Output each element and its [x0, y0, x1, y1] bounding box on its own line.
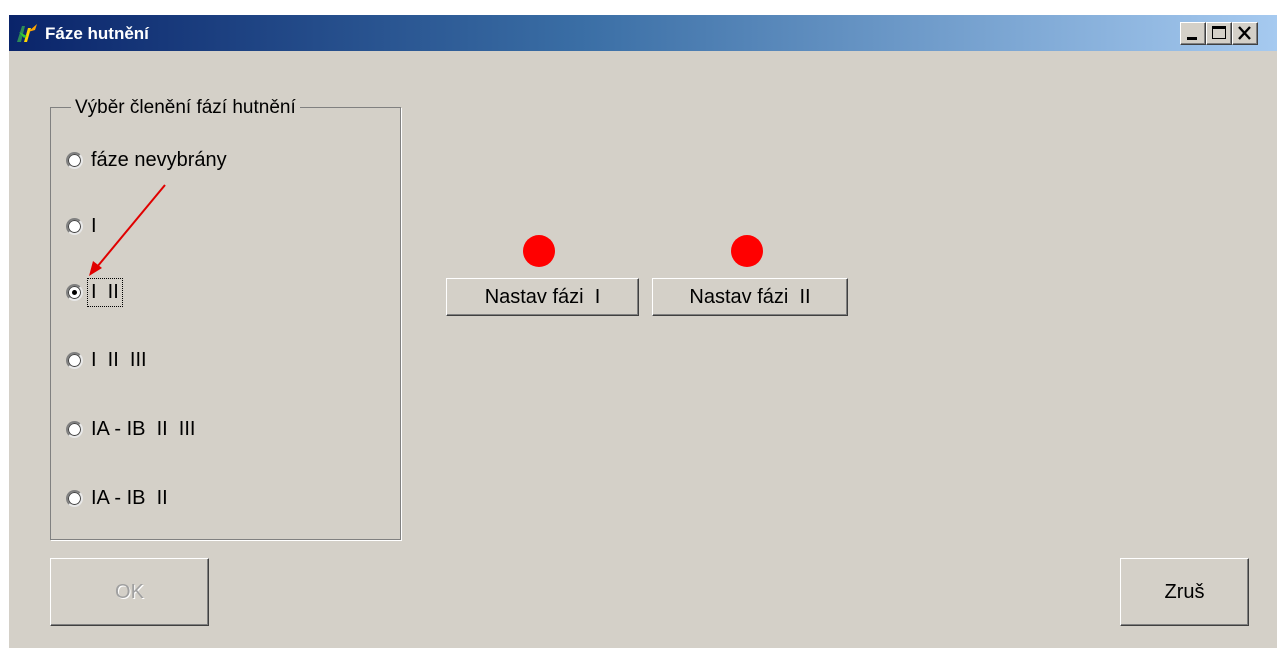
radio-option-label: fáze nevybrány: [91, 148, 227, 171]
radio-option[interactable]: IA - IB II: [66, 483, 170, 513]
phase-1-indicator-icon: [523, 235, 555, 267]
window-title: Fáze hutnění: [45, 24, 149, 43]
app-icon: [15, 22, 39, 44]
radio-option-label: I: [91, 214, 97, 237]
radio-option-label: IA - IB II III: [91, 417, 196, 440]
close-icon: [1238, 26, 1251, 40]
group-title: Výběr členění fází hutnění: [71, 97, 300, 119]
radio-option-label: I II: [87, 277, 123, 307]
radio-option-label: IA - IB II: [91, 486, 168, 509]
ok-button[interactable]: OK: [50, 558, 209, 626]
maximize-button[interactable]: [1206, 22, 1232, 45]
radio-unchecked-icon[interactable]: [66, 151, 83, 169]
set-phase-1-button[interactable]: Nastav fázi I: [446, 278, 639, 316]
radio-option[interactable]: I II: [66, 277, 123, 307]
cancel-button[interactable]: Zruš: [1120, 558, 1249, 626]
dialog-window: Fáze hutnění Výběr členění fází hutnění …: [8, 14, 1277, 648]
radio-option[interactable]: IA - IB II III: [66, 414, 197, 444]
radio-checked-icon[interactable]: [66, 283, 83, 301]
minimize-button[interactable]: [1180, 22, 1206, 45]
radio-unchecked-icon[interactable]: [66, 217, 83, 235]
radio-option[interactable]: fáze nevybrány: [66, 145, 229, 175]
minimize-icon: [1187, 37, 1197, 40]
radio-option[interactable]: I: [66, 211, 99, 241]
close-button[interactable]: [1232, 22, 1258, 45]
radio-dot-icon: [72, 289, 77, 295]
title-bar[interactable]: Fáze hutnění: [9, 15, 1277, 51]
radio-unchecked-icon[interactable]: [66, 351, 83, 369]
phase-2-indicator-icon: [731, 235, 763, 267]
radio-unchecked-icon[interactable]: [66, 420, 83, 438]
set-phase-2-button[interactable]: Nastav fázi II: [652, 278, 848, 316]
radio-option[interactable]: I II III: [66, 345, 149, 375]
radio-option-label: I II III: [91, 348, 147, 371]
radio-unchecked-icon[interactable]: [66, 489, 83, 507]
maximize-icon: [1212, 26, 1226, 39]
